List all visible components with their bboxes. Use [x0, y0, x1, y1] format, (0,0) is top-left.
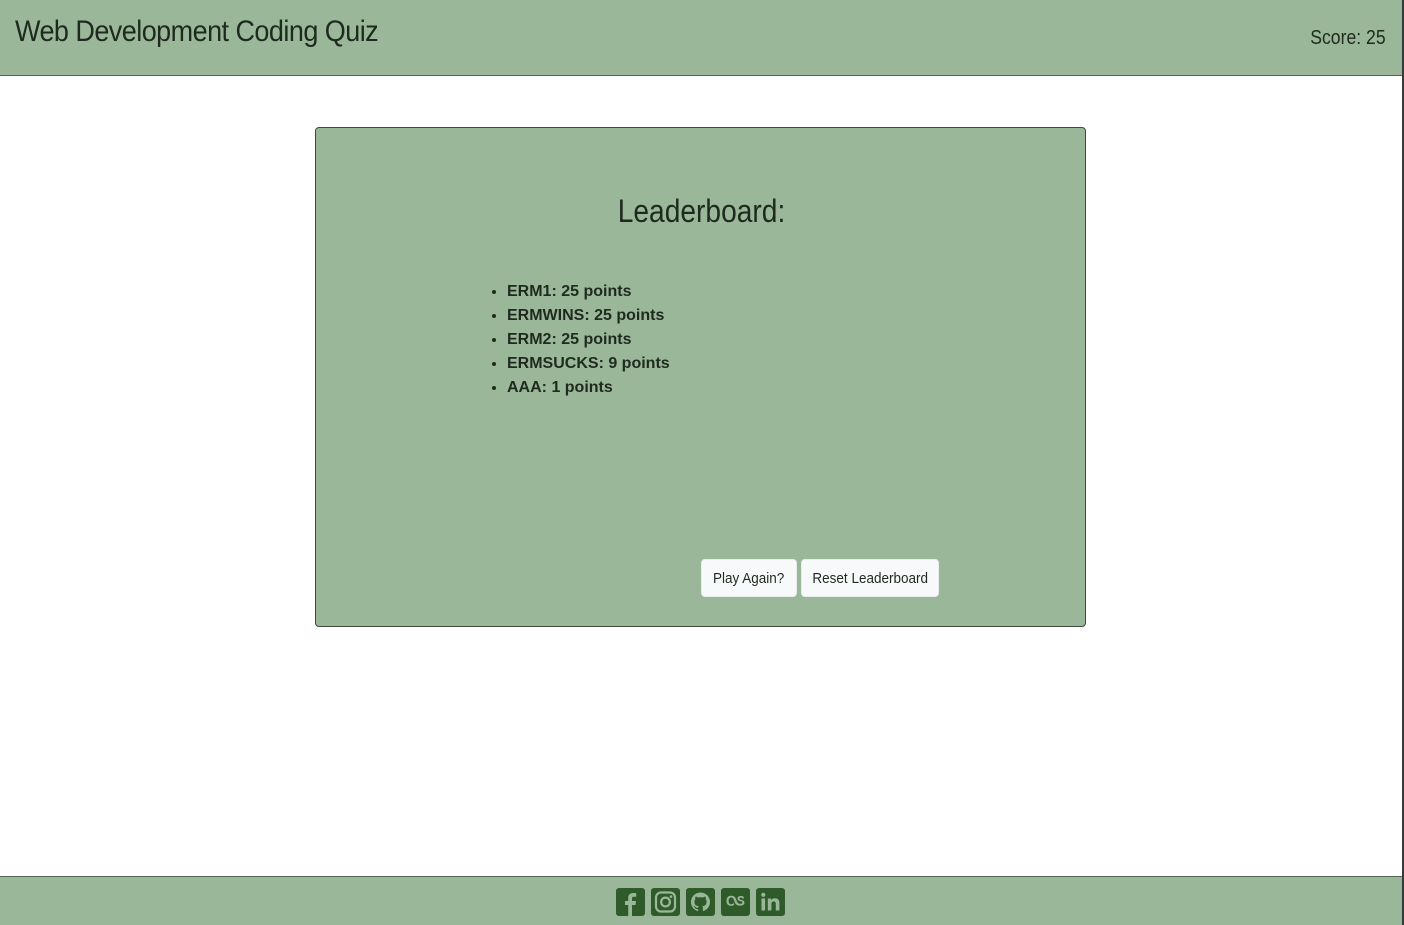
- leaderboard-entry: ERMSUCKS: 9 points: [507, 352, 670, 376]
- play-again-label: Play Again?: [713, 569, 785, 587]
- leaderboard-entry: ERM2: 25 points: [507, 328, 670, 352]
- facebook-icon[interactable]: [616, 888, 645, 916]
- github-icon[interactable]: [686, 888, 715, 916]
- site-header: Web Development Coding Quiz Score: 25: [0, 0, 1402, 76]
- leaderboard-entry: ERMWINS: 25 points: [507, 304, 670, 328]
- page: Web Development Coding Quiz Score: 25 Le…: [0, 0, 1404, 925]
- reset-leaderboard-button[interactable]: Reset Leaderboard: [801, 559, 939, 597]
- linkedin-icon[interactable]: [756, 888, 785, 916]
- leaderboard-entry: AAA: 1 points: [507, 376, 670, 400]
- leaderboard-entry: ERM1: 25 points: [507, 280, 670, 304]
- social-links: [616, 888, 785, 916]
- site-title: Web Development Coding Quiz: [15, 15, 379, 48]
- leaderboard-card: Leaderboard: ERM1: 25 points ERMWINS: 25…: [315, 127, 1086, 627]
- instagram-icon[interactable]: [651, 888, 680, 916]
- site-footer: [0, 876, 1402, 925]
- play-again-button[interactable]: Play Again?: [701, 559, 797, 597]
- leaderboard-list: ERM1: 25 points ERMWINS: 25 points ERM2:…: [484, 280, 670, 400]
- lastfm-icon[interactable]: [721, 888, 750, 916]
- leaderboard-title: Leaderboard:: [617, 193, 786, 229]
- reset-leaderboard-label: Reset Leaderboard: [812, 569, 928, 587]
- score-display: Score: 25: [1310, 27, 1386, 49]
